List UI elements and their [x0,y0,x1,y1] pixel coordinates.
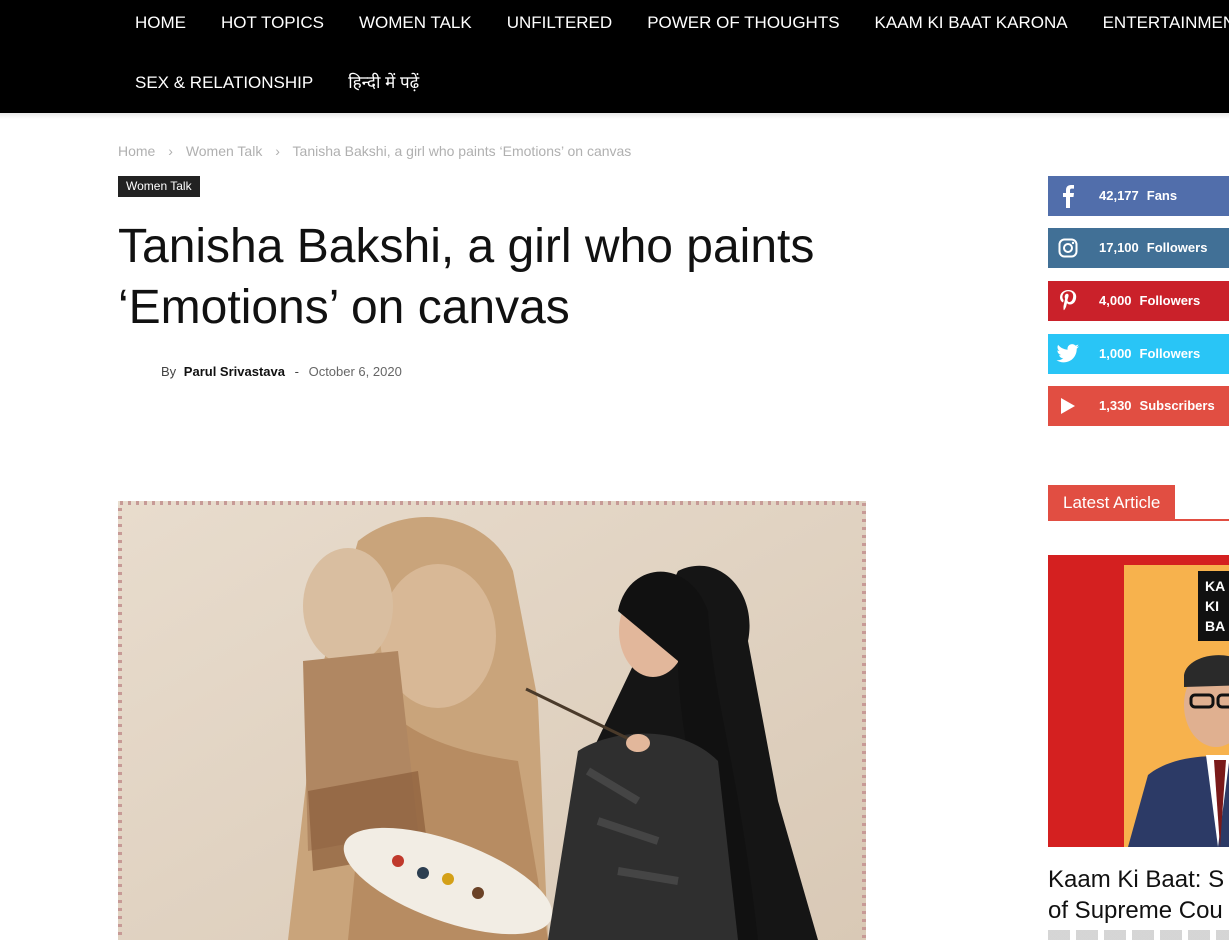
nav-entertainment[interactable]: ENTERTAINMENT [1103,13,1229,33]
instagram-icon [1048,228,1088,268]
breadcrumb-separator: › [275,143,280,159]
nav-shadow [0,113,1229,119]
nav-power-of-thoughts[interactable]: POWER OF THOUGHTS [647,13,839,33]
breadcrumb-home[interactable]: Home [118,143,155,159]
instagram-count-label: Followers [1146,240,1208,255]
youtube-counter[interactable]: 1,330 Subscribers [1048,386,1229,426]
latest-article-heading: Latest Article [1048,485,1176,521]
breadcrumb: Home › Women Talk › Tanisha Bakshi, a gi… [118,143,631,159]
youtube-count: 1,330 [1099,398,1132,413]
breadcrumb-current: Tanisha Bakshi, a girl who paints ‘Emoti… [292,143,632,159]
article-title: Tanisha Bakshi, a girl who paints ‘Emoti… [118,216,978,338]
featured-image [118,501,866,940]
category-badge[interactable]: Women Talk [118,176,200,197]
author-link[interactable]: Parul Srivastava [184,364,285,379]
youtube-count-label: Subscribers [1139,398,1215,413]
thumb-text-1: KA [1205,578,1225,594]
publish-date: October 6, 2020 [308,364,402,379]
article-meta: By Parul Srivastava - October 6, 2020 [161,364,402,379]
thumb-text-2: KI [1205,598,1219,614]
latest-article-heading-rule [1048,519,1229,521]
play-icon [1048,386,1088,426]
twitter-count: 1,000 [1099,346,1132,361]
latest-article-title[interactable]: Kaam Ki Baat: S of Supreme Cou [1048,864,1229,926]
thumb-text-3: BA [1205,618,1225,634]
facebook-counter[interactable]: 42,177 Fans [1048,176,1229,216]
latest-article-thumbnail[interactable]: KA KI BA [1048,555,1229,847]
youtube-counter-text: 1,330 Subscribers [1099,398,1215,413]
nav-hot-topics[interactable]: HOT TOPICS [221,13,324,33]
featured-image-illustration [118,501,866,940]
latest-article-thumbnail-art: KA KI BA [1048,555,1229,847]
article-title-line1: Tanisha Bakshi, a girl who paints [118,220,815,273]
latest-article-excerpt-fragment [1048,930,1229,940]
pinterest-count: 4,000 [1099,293,1132,308]
facebook-counter-text: 42,177 Fans [1099,188,1177,203]
instagram-counter[interactable]: 17,100 Followers [1048,228,1229,268]
nav-kaam-ki-baat-karona[interactable]: KAAM KI BAAT KARONA [875,13,1068,33]
pinterest-count-label: Followers [1139,293,1201,308]
facebook-icon [1048,176,1088,216]
nav-hindi[interactable]: हिन्दी में पढ़ें [348,73,419,93]
breadcrumb-separator: › [168,143,173,159]
nav-row-secondary: SEX & RELATIONSHIP हिन्दी में पढ़ें [135,73,419,93]
nav-women-talk[interactable]: WOMEN TALK [359,13,472,33]
article-title-line2: ‘Emotions’ on canvas [118,281,570,334]
latest-article-title-line1: Kaam Ki Baat: S [1048,866,1225,893]
nav-unfiltered[interactable]: UNFILTERED [507,13,612,33]
instagram-count: 17,100 [1099,240,1139,255]
pinterest-icon [1048,281,1088,321]
twitter-icon [1048,334,1088,374]
meta-separator: - [294,364,299,379]
twitter-count-label: Followers [1139,346,1201,361]
by-label: By [161,364,177,379]
nav-home[interactable]: HOME [135,13,186,33]
pinterest-counter-text: 4,000 Followers [1099,293,1200,308]
facebook-count: 42,177 [1099,188,1139,203]
latest-article-title-line2: of Supreme Cou [1048,897,1223,924]
top-navigation-bar: HOME HOT TOPICS WOMEN TALK UNFILTERED PO… [0,0,1229,113]
facebook-count-label: Fans [1146,188,1178,203]
instagram-counter-text: 17,100 Followers [1099,240,1207,255]
pinterest-counter[interactable]: 4,000 Followers [1048,281,1229,321]
twitter-counter[interactable]: 1,000 Followers [1048,334,1229,374]
twitter-counter-text: 1,000 Followers [1099,346,1200,361]
nav-sex-relationship[interactable]: SEX & RELATIONSHIP [135,73,313,93]
nav-row-primary: HOME HOT TOPICS WOMEN TALK UNFILTERED PO… [135,13,1229,33]
breadcrumb-category[interactable]: Women Talk [186,143,263,159]
